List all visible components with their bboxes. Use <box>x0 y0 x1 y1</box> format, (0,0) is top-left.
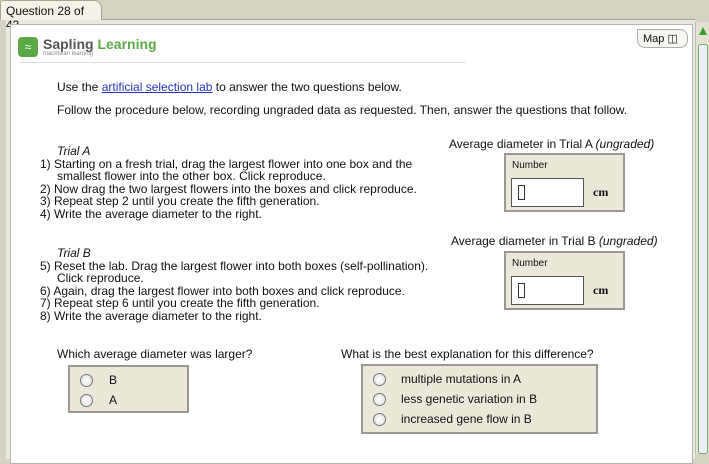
intro-line-2: Follow the procedure below, recording un… <box>57 103 628 117</box>
map-button[interactable]: Map ◫ <box>637 29 688 48</box>
trial-b-instructions: Trial B 5) Reset the lab. Drag the large… <box>40 247 428 322</box>
intro-text: Use the <box>57 80 102 94</box>
radio-button[interactable] <box>373 412 386 426</box>
q2-option-3[interactable]: increased gene flow in B <box>363 409 596 429</box>
text-cursor <box>518 283 525 298</box>
trial-b-diameter-input[interactable] <box>511 276 584 305</box>
question-tab[interactable]: Question 28 of 43 <box>0 0 102 32</box>
number-header: Number <box>512 160 548 171</box>
map-label: Map <box>643 33 665 45</box>
trial-b-title: Trial B <box>57 246 91 260</box>
trial-a-diameter-input[interactable] <box>511 178 584 207</box>
radio-button[interactable] <box>373 372 386 386</box>
brand-name: Sapling <box>43 36 94 52</box>
option-label: A <box>109 393 118 407</box>
text-cursor <box>518 185 525 200</box>
artificial-selection-lab-link[interactable]: artificial selection lab <box>102 80 213 94</box>
trial-b-diameter-label: Average diameter in Trial B (ungraded) <box>451 234 658 248</box>
q1-options: B A <box>68 365 189 413</box>
intro-text: to answer the two questions below. <box>212 80 402 94</box>
step: 4) Write the average diameter to the rig… <box>40 206 262 221</box>
divider <box>18 62 466 63</box>
radio-button[interactable] <box>373 392 386 406</box>
scrollbar[interactable] <box>695 22 709 454</box>
number-header: Number <box>512 258 548 269</box>
trial-a-instructions: Trial A 1) Starting on a fresh trial, dr… <box>40 145 417 220</box>
option-label: multiple mutations in A <box>401 372 522 386</box>
label-note: (ungraded) <box>595 137 655 151</box>
q1-option-b[interactable]: B <box>70 370 187 390</box>
option-label: B <box>109 373 118 387</box>
label-text: Average diameter in Trial A <box>449 137 596 151</box>
q2-option-1[interactable]: multiple mutations in A <box>363 369 596 389</box>
sapling-logo: ≈ Sapling Learning macmillan learning <box>18 36 157 57</box>
trial-a-diameter-label: Average diameter in Trial A (ungraded) <box>449 137 654 151</box>
radio-button[interactable] <box>80 373 93 387</box>
unit-label: cm <box>593 185 609 199</box>
option-label: less genetic variation in B <box>401 392 538 406</box>
step: Click reproduce. <box>57 271 144 285</box>
step: 3) Repeat step 2 until you create the fi… <box>40 194 320 208</box>
sapling-leaf-icon: ≈ <box>18 36 38 57</box>
scroll-up-arrow-icon[interactable] <box>699 27 707 35</box>
step: 8) Write the average diameter to the rig… <box>40 308 262 323</box>
brand-name-accent: Learning <box>97 36 157 52</box>
step: 7) Repeat step 6 until you create the fi… <box>40 296 320 310</box>
label-note: (ungraded) <box>598 234 658 248</box>
q2-options: multiple mutations in A less genetic var… <box>361 364 598 434</box>
scrollbar-thumb[interactable] <box>698 44 708 454</box>
trial-b-number-box: Number cm <box>504 251 625 310</box>
trial-a-title: Trial A <box>57 144 91 158</box>
trial-a-number-box: Number cm <box>504 153 625 212</box>
q2-prompt: What is the best explanation for this di… <box>341 347 594 361</box>
option-label: increased gene flow in B <box>401 412 532 426</box>
q1-option-a[interactable]: A <box>70 390 187 410</box>
radio-button[interactable] <box>80 393 93 407</box>
sitemap-icon: ◫ <box>667 33 678 45</box>
intro-line-1: Use the artificial selection lab to answ… <box>57 80 402 94</box>
q1-prompt: Which average diameter was larger? <box>57 347 253 361</box>
label-text: Average diameter in Trial B <box>451 234 599 248</box>
step: smallest flower into the other box. Clic… <box>57 169 326 183</box>
q2-option-2[interactable]: less genetic variation in B <box>363 389 596 409</box>
unit-label: cm <box>593 283 609 297</box>
